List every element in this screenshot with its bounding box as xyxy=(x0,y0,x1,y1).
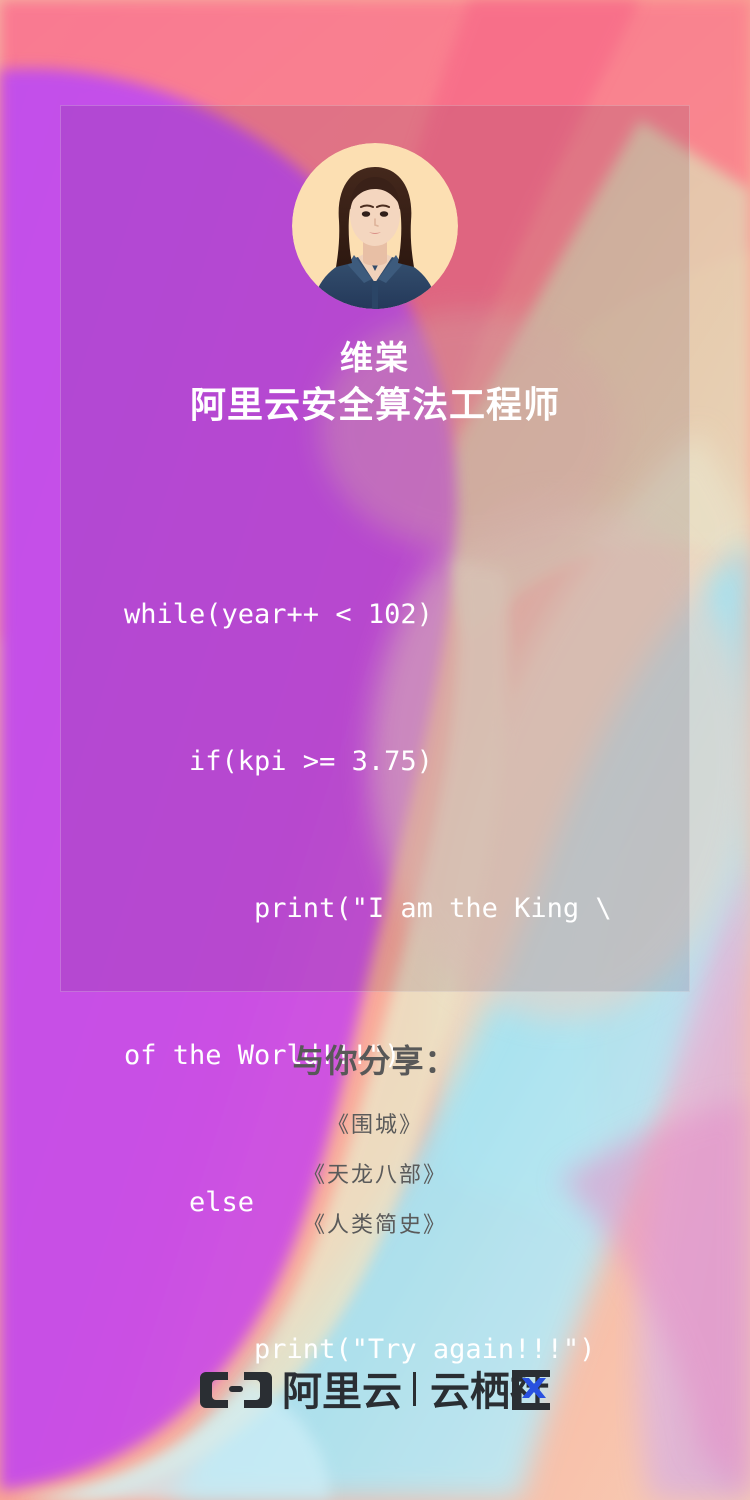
code-line: while(year++ < 102) xyxy=(124,599,433,630)
avatar xyxy=(292,143,458,309)
list-item: 《天龙八部》 xyxy=(302,1162,447,1187)
code-block: while(year++ < 102) if(kpi >= 3.75) prin… xyxy=(124,492,644,1472)
poster-canvas: 维棠 阿里云安全算法工程师 while(year++ < 102) if(kpi… xyxy=(0,0,750,1500)
person-name: 维棠 xyxy=(340,339,410,376)
footer-logo: 阿里云 云栖社 xyxy=(0,1362,750,1418)
logo-divider xyxy=(413,1372,416,1406)
code-line: if(kpi >= 3.75) xyxy=(124,746,433,777)
person-title: 阿里云安全算法工程师 xyxy=(189,384,560,425)
list-item: 《围城》 xyxy=(326,1112,423,1137)
identity-block: 维棠 阿里云安全算法工程师 xyxy=(0,336,750,430)
code-line: print("I am the King \ xyxy=(124,893,612,924)
list-item: 《人类简史》 xyxy=(302,1212,447,1237)
share-heading: 与你分享： xyxy=(292,1043,458,1079)
portrait-avatar-icon xyxy=(292,143,458,309)
book-list: 《围城》 《天龙八部》 《人类简史》 xyxy=(0,1100,750,1250)
brand-text: 阿里云 xyxy=(282,1370,402,1414)
alibaba-cloud-logo-icon: 阿里云 云栖社 xyxy=(200,1370,550,1414)
